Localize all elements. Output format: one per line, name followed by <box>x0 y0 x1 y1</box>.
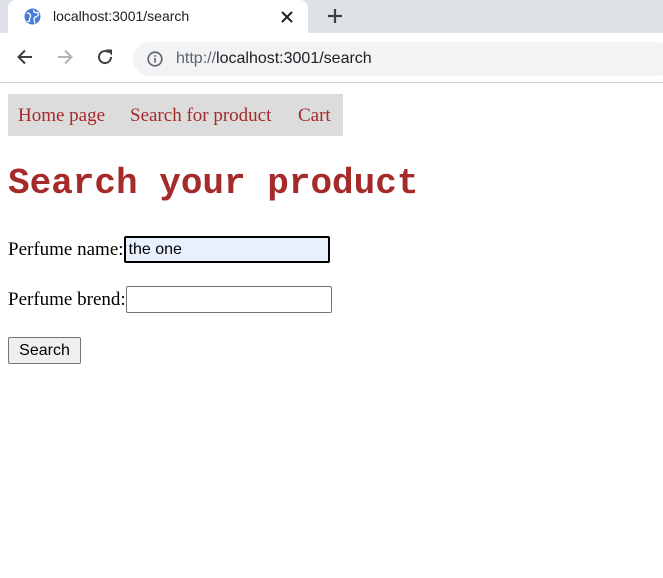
url-text: http://localhost:3001/search <box>176 50 372 68</box>
plus-icon[interactable] <box>325 6 345 26</box>
perfume-name-input[interactable] <box>123 236 330 263</box>
info-icon[interactable] <box>147 51 163 67</box>
tab-strip: localhost:3001/search <box>0 0 663 33</box>
nav-link-cart[interactable]: Cart <box>298 105 331 127</box>
browser-toolbar: http://localhost:3001/search <box>0 33 663 83</box>
search-button[interactable]: Search <box>8 337 81 364</box>
reload-icon[interactable] <box>95 47 115 67</box>
tab-title: localhost:3001/search <box>53 8 190 24</box>
nav-link-search[interactable]: Search for product <box>130 105 271 127</box>
page-content: Home page Search for product Cart Search… <box>0 83 663 578</box>
url-scheme: http:// <box>176 50 217 67</box>
perfume-brand-input[interactable] <box>125 286 332 313</box>
close-icon[interactable] <box>279 9 295 25</box>
perfume-name-label: Perfume name: <box>8 238 124 260</box>
site-nav: Home page Search for product Cart <box>8 94 343 136</box>
perfume-name-row: Perfume name: <box>8 236 330 263</box>
address-bar[interactable]: http://localhost:3001/search <box>133 42 663 76</box>
page-title: Search your product <box>8 163 419 204</box>
globe-icon <box>24 8 41 25</box>
url-host-path: localhost:3001/search <box>216 50 372 67</box>
perfume-brand-label: Perfume brend: <box>8 288 126 310</box>
perfume-brand-row: Perfume brend: <box>8 286 332 313</box>
forward-arrow-icon[interactable] <box>55 47 75 67</box>
nav-link-home[interactable]: Home page <box>18 105 105 127</box>
back-arrow-icon[interactable] <box>15 47 35 67</box>
browser-tab[interactable]: localhost:3001/search <box>8 0 308 33</box>
